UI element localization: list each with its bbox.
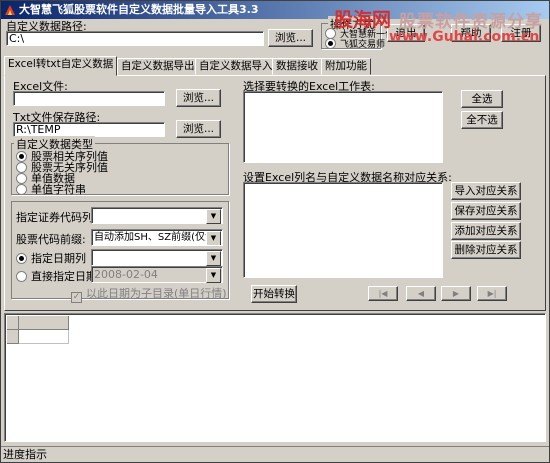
mode-option-feihu[interactable]: 飞狐交易师	[325, 37, 385, 50]
tab-export[interactable]: 自定义数据导出	[117, 58, 199, 75]
grid-row-header	[7, 330, 19, 344]
save-mapping-button[interactable]: 保存对应关系	[451, 202, 521, 220]
prefix-label: 股票代码前缀:	[16, 233, 86, 246]
add-mapping-button[interactable]: 添加对应关系	[451, 222, 521, 240]
nav-last-button[interactable]: ▶|	[477, 286, 507, 301]
deselect-all-button[interactable]: 全不选	[461, 111, 503, 129]
checkbox-checked-icon: ✓	[71, 292, 82, 303]
chevron-down-icon: ▼	[206, 251, 221, 266]
type-option-string[interactable]: 单值字符串	[16, 181, 86, 197]
direct-date-radio[interactable]: 直接指定日期	[16, 268, 97, 284]
delete-mapping-button[interactable]: 删除对应关系	[451, 241, 521, 259]
tab-receive[interactable]: 数据接收	[272, 58, 322, 75]
date-col-radio[interactable]: 指定日期列	[16, 250, 86, 266]
prefix-select[interactable]: 自动添加SH、SZ前缀(仅沪深▼	[91, 229, 223, 246]
window-title: 大智慧飞狐股票软件自定义数据批量导入工具3.3	[19, 3, 259, 16]
preview-grid[interactable]	[4, 313, 546, 442]
nav-prev-button[interactable]: ◀	[406, 286, 436, 301]
status-text: 进度指示	[3, 448, 47, 461]
start-convert-button[interactable]: 开始转换	[251, 285, 297, 303]
tab-excel-to-txt[interactable]: Excel转txt自定义数据	[4, 56, 118, 76]
chevron-down-icon: ▼	[206, 268, 221, 283]
code-col-select[interactable]: ▼	[91, 207, 223, 224]
nav-first-button[interactable]: |◀	[368, 286, 398, 301]
date-col-select[interactable]: ▼	[91, 249, 223, 266]
code-col-label: 指定证券代码列:	[16, 211, 97, 224]
subdir-checkbox[interactable]: ✓ 以此日期为子目录(单日行情)	[71, 285, 227, 303]
tab-import[interactable]: 自定义数据导入	[195, 58, 277, 75]
radio-checked-icon	[16, 253, 27, 264]
nav-next-button[interactable]: ▶	[441, 286, 471, 301]
radio-icon	[16, 184, 27, 195]
txt-path-input[interactable]: R:\TEMP	[13, 122, 165, 137]
path-input[interactable]: C:\	[6, 31, 264, 46]
worksheet-list[interactable]	[243, 91, 443, 163]
grid-cell[interactable]	[19, 330, 69, 344]
radio-checked-icon	[325, 38, 336, 49]
tab-extra[interactable]: 附加功能	[321, 58, 371, 75]
watermark-url: www.Guhai.com.cn	[389, 29, 540, 45]
grid-corner	[7, 316, 19, 330]
import-mapping-button[interactable]: 导入对应关系	[451, 182, 521, 200]
chevron-down-icon: ▼	[206, 231, 221, 245]
select-all-button[interactable]: 全选	[461, 90, 503, 108]
chevron-down-icon: ▼	[206, 209, 221, 224]
excel-browse-button[interactable]: 浏览...	[176, 89, 221, 107]
radio-icon	[16, 271, 27, 282]
status-bar: 进度指示	[1, 446, 549, 462]
path-browse-button[interactable]: 浏览...	[268, 29, 313, 47]
app-icon	[5, 5, 15, 15]
grid-column-header	[19, 316, 69, 330]
txt-browse-button[interactable]: 浏览...	[176, 120, 221, 138]
excel-file-input[interactable]	[13, 91, 165, 106]
main-window: 大智慧飞狐股票软件自定义数据批量导入工具3.3 自定义数据路径: C:\ 浏览.…	[0, 0, 550, 463]
data-type-group: 自定义数据类型 股票相关序列值 股票无关序列值 单值数据 单值字符串	[11, 136, 229, 197]
direct-date-picker[interactable]: 2008-02-04 ▼	[91, 266, 223, 283]
watermark-logo: 股海网	[334, 9, 392, 31]
mapping-list[interactable]	[243, 182, 443, 278]
